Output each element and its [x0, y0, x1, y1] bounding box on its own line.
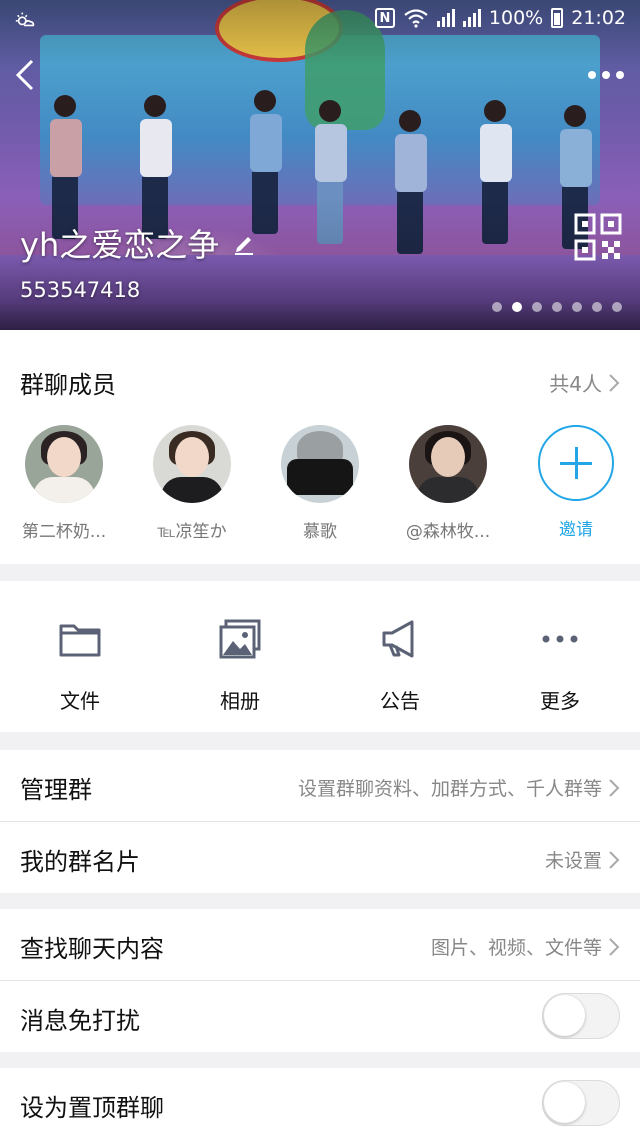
- battery-icon: [551, 8, 564, 28]
- members-count-link[interactable]: 共4人: [549, 368, 620, 397]
- member-item[interactable]: ℡凉笙か: [128, 425, 256, 542]
- folder-icon: [59, 624, 101, 657]
- search-chat-row[interactable]: 查找聊天内容 图片、视频、文件等: [0, 909, 640, 980]
- carousel-dot: [492, 302, 502, 312]
- nfc-icon: N: [374, 8, 395, 28]
- shortcut-label: 公告: [380, 689, 420, 713]
- carousel-dot: [552, 302, 562, 312]
- member-avatar: [409, 425, 487, 503]
- plus-icon: [538, 425, 614, 501]
- back-arrow-icon[interactable]: [10, 55, 46, 95]
- more-dots-icon: [542, 635, 578, 643]
- row-value-text: 设置群聊资料、加群方式、千人群等: [297, 778, 602, 800]
- row-label: 我的群名片: [20, 848, 140, 876]
- members-section: 群聊成员 共4人 第二杯奶... ℡凉笙か 慕歌 @森林牧... 邀请: [0, 330, 640, 564]
- member-item[interactable]: 慕歌: [256, 425, 384, 542]
- chevron-right-icon: [609, 937, 620, 956]
- clock: 21:02: [571, 7, 626, 29]
- member-name: @森林牧...: [405, 522, 491, 542]
- qr-code-icon[interactable]: [574, 213, 622, 261]
- shortcut-label: 文件: [60, 689, 100, 713]
- toggle-knob: [544, 995, 585, 1036]
- pin-toggle[interactable]: [542, 1080, 620, 1126]
- manage-group-row[interactable]: 管理群 设置群聊资料、加群方式、千人群等: [0, 750, 640, 821]
- album-shortcut[interactable]: 相册: [160, 581, 320, 732]
- invite-member-button[interactable]: 邀请: [512, 425, 640, 542]
- shortcut-grid: 文件 相册 公告 更多: [0, 581, 640, 732]
- members-title: 群聊成员: [20, 371, 116, 399]
- row-value: 未设置: [545, 846, 620, 873]
- member-name: 第二杯奶...: [21, 522, 107, 542]
- member-item[interactable]: @森林牧...: [384, 425, 512, 542]
- chevron-right-icon: [609, 850, 620, 869]
- members-count: 共4人: [549, 372, 602, 396]
- shortcut-label: 更多: [540, 689, 580, 713]
- carousel-dot: [532, 302, 542, 312]
- mute-notifications-row: 消息免打扰: [0, 981, 640, 1052]
- member-avatar: [153, 425, 231, 503]
- member-avatar: [281, 425, 359, 503]
- member-name: ℡凉笙か: [157, 522, 227, 542]
- signal-icon: [436, 9, 455, 27]
- member-list: 第二杯奶... ℡凉笙か 慕歌 @森林牧... 邀请: [0, 425, 640, 542]
- edit-pencil-icon[interactable]: [231, 230, 257, 256]
- row-label: 设为置顶群聊: [20, 1094, 164, 1122]
- row-label: 消息免打扰: [20, 1007, 140, 1035]
- group-name-row: yh之爱恋之争: [20, 220, 257, 266]
- row-value: 设置群聊资料、加群方式、千人群等: [298, 774, 620, 801]
- row-label: 查找聊天内容: [20, 935, 164, 963]
- row-label: 管理群: [20, 776, 92, 804]
- status-bar: N 100% 21:02: [0, 0, 640, 38]
- shortcut-label: 相册: [220, 689, 260, 713]
- announcement-shortcut[interactable]: 公告: [320, 581, 480, 732]
- pin-chat-row: 设为置顶群聊: [0, 1068, 640, 1139]
- carousel-indicator: [492, 302, 622, 312]
- group-id: 553547418: [20, 278, 141, 302]
- mute-toggle[interactable]: [542, 993, 620, 1039]
- battery-percent: 100%: [488, 7, 544, 29]
- group-name: yh之爱恋之争: [20, 226, 220, 264]
- invite-label: 邀请: [559, 520, 593, 540]
- wifi-icon: [404, 9, 428, 28]
- row-value: 图片、视频、文件等: [431, 933, 620, 960]
- weather-icon: [15, 12, 35, 27]
- chevron-right-icon: [609, 373, 620, 392]
- row-value-text: 图片、视频、文件等: [430, 937, 602, 959]
- album-icon: [219, 619, 261, 659]
- row-value-text: 未设置: [544, 850, 602, 872]
- member-item[interactable]: 第二杯奶...: [0, 425, 128, 542]
- chevron-right-icon: [609, 778, 620, 797]
- files-shortcut[interactable]: 文件: [0, 581, 160, 732]
- more-shortcut[interactable]: 更多: [480, 581, 640, 732]
- member-name: 慕歌: [303, 522, 337, 542]
- carousel-dot: [572, 302, 582, 312]
- my-group-card-row[interactable]: 我的群名片 未设置: [0, 822, 640, 893]
- carousel-dot: [612, 302, 622, 312]
- carousel-dot: [592, 302, 602, 312]
- signal-icon: [462, 9, 481, 27]
- carousel-dot: [512, 302, 522, 312]
- toggle-knob: [544, 1082, 585, 1123]
- megaphone-icon: [382, 620, 414, 658]
- more-options-icon[interactable]: [584, 58, 628, 92]
- member-avatar: [25, 425, 103, 503]
